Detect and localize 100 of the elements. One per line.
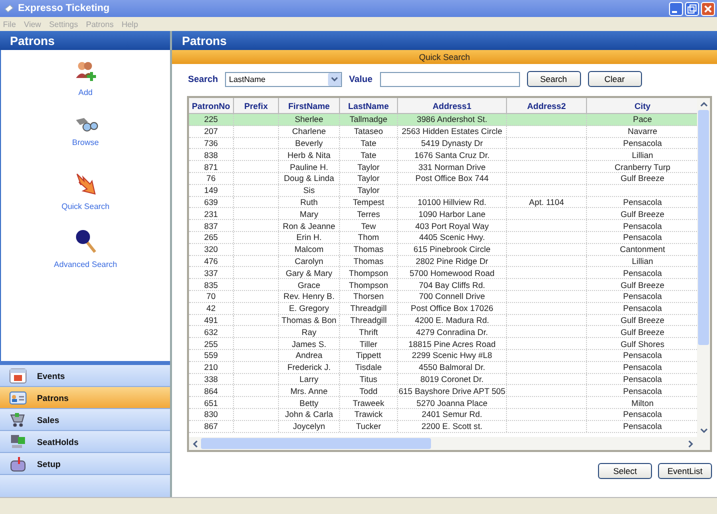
- table-cell: 1676 Santa Cruz Dr.: [414, 150, 490, 160]
- table-cell: Pensacola: [623, 421, 662, 432]
- table-cell: Gulf Breeze: [620, 173, 664, 184]
- table-cell: Gary & Mary: [286, 268, 332, 278]
- table-cell: Pensacola: [623, 220, 662, 231]
- panel-header: Patrons: [0, 31, 170, 50]
- clear-button[interactable]: Clear: [588, 71, 642, 87]
- table-cell: E. Gregory: [288, 303, 330, 314]
- table-cell: Tataseo: [354, 126, 384, 136]
- table-cell: Thomas & Bon: [282, 314, 336, 325]
- lightning-arrow-icon[interactable]: [74, 172, 96, 196]
- table-cell: Lillian: [632, 150, 654, 160]
- table-cell: 4279 Conradina Dr.: [416, 326, 488, 337]
- table-cell: Tucker: [356, 421, 382, 432]
- table-cell: Threadgill: [350, 314, 387, 325]
- table-cell: Thompson: [348, 280, 388, 290]
- table-cell: 837: [204, 220, 218, 231]
- table-cell: Gulf Shores: [620, 338, 664, 349]
- table-cell: Herb & Nita: [288, 150, 330, 160]
- computer-icon: [9, 434, 27, 450]
- table-cell: Frederick J.: [287, 362, 331, 372]
- nav-button[interactable]: Sales: [0, 409, 170, 431]
- table-cell: Titus: [360, 374, 378, 384]
- column-header[interactable]: Prefix: [234, 98, 279, 113]
- table-cell: Tisdale: [355, 362, 382, 372]
- table-cell: Thompson: [348, 268, 388, 278]
- nav-button[interactable]: SeatHolds: [0, 431, 170, 453]
- table-cell: Thrift: [359, 326, 378, 337]
- column-header[interactable]: FirstName: [279, 98, 340, 113]
- horizontal-scrollbar[interactable]: [189, 437, 710, 450]
- table-cell: Sis: [303, 185, 315, 196]
- table-cell: 265: [204, 232, 218, 242]
- column-header[interactable]: LastName: [340, 98, 398, 113]
- table-cell: Todd: [360, 386, 378, 396]
- value-field[interactable]: [380, 72, 520, 86]
- table-cell: 835: [204, 280, 218, 290]
- nav-button[interactable]: Setup: [0, 453, 170, 475]
- table-cell: 736: [204, 138, 218, 148]
- table-cell: Grace: [298, 280, 320, 290]
- table-cell: James S.: [292, 338, 326, 349]
- action-link[interactable]: Browse: [72, 138, 99, 147]
- people-add-icon[interactable]: [74, 60, 96, 82]
- table-cell: 5700 Homewood Road: [410, 268, 494, 278]
- table-cell: Erin H.: [296, 232, 322, 242]
- table-cell: Apt. 1104: [529, 196, 564, 207]
- table-cell: Traweek: [352, 398, 384, 408]
- table-cell: Tew: [361, 220, 376, 231]
- table-cell: Pace: [633, 114, 652, 124]
- table-cell: Gulf Breeze: [620, 208, 664, 219]
- table-cell: Pensacola: [623, 268, 662, 278]
- table-cell: 1090 Harbor Lane: [418, 208, 486, 219]
- table-cell: 491: [204, 314, 218, 325]
- table-cell: 632: [204, 326, 218, 337]
- ticket-icon: [4, 4, 14, 13]
- action-link[interactable]: Advanced Search: [54, 260, 118, 269]
- table-cell: Lillian: [632, 256, 654, 266]
- close-icon[interactable]: [701, 2, 715, 16]
- search-label: Search: [188, 74, 218, 84]
- column-header[interactable]: Address2: [507, 98, 587, 113]
- action-link[interactable]: Add: [78, 88, 93, 97]
- panel-header: Patrons: [172, 31, 717, 50]
- calendar-icon: [9, 368, 27, 384]
- table-cell: Charlene: [292, 126, 326, 136]
- field-dropdown[interactable]: LastName: [225, 72, 342, 86]
- nav-button[interactable]: Events: [0, 365, 170, 387]
- action-button[interactable]: EventList: [658, 463, 712, 479]
- minimize-icon[interactable]: [669, 2, 683, 16]
- table-cell: 225: [204, 114, 218, 124]
- binoculars-icon[interactable]: [74, 116, 98, 132]
- table-cell: Taylor: [357, 162, 380, 172]
- table-cell: Pensacola: [623, 386, 662, 396]
- table-cell: Tippett: [356, 350, 382, 360]
- table-cell: Pensacola: [623, 350, 662, 360]
- maximize-icon[interactable]: [685, 2, 699, 16]
- table-cell: 559: [204, 350, 218, 360]
- table-cell: Mrs. Anne: [290, 386, 328, 396]
- column-header[interactable]: PatronNo: [189, 98, 234, 113]
- vertical-scrollbar[interactable]: [697, 98, 710, 437]
- table-cell: 4550 Balmoral Dr.: [418, 362, 486, 372]
- action-link[interactable]: Quick Search: [61, 202, 110, 211]
- table-cell: 76: [206, 173, 216, 184]
- nav-button[interactable]: Patrons: [0, 387, 170, 409]
- table-cell: 337: [204, 268, 218, 278]
- table-cell: 231: [204, 208, 218, 219]
- table-cell: Gulf Breeze: [620, 280, 664, 290]
- table-cell: Pensacola: [623, 291, 662, 302]
- action-button[interactable]: Select: [598, 463, 652, 479]
- table-cell: John & Carla: [285, 409, 333, 420]
- table-cell: Trawick: [354, 409, 383, 420]
- table-cell: Post Office Box 744: [415, 173, 489, 184]
- table-cell: 3986 Andershot St.: [416, 114, 488, 124]
- table-cell: 830: [204, 409, 218, 420]
- splitter-handle[interactable]: [0, 361, 170, 365]
- table-cell: Pensacola: [623, 138, 662, 148]
- table-cell: 403 Port Royal Way: [415, 220, 489, 231]
- search-button[interactable]: Search: [526, 71, 581, 87]
- table-cell: 476: [204, 256, 218, 266]
- table-cell: Rev. Henry B.: [283, 291, 335, 302]
- column-header[interactable]: Address1: [398, 98, 507, 113]
- magnifier-icon[interactable]: [74, 228, 96, 254]
